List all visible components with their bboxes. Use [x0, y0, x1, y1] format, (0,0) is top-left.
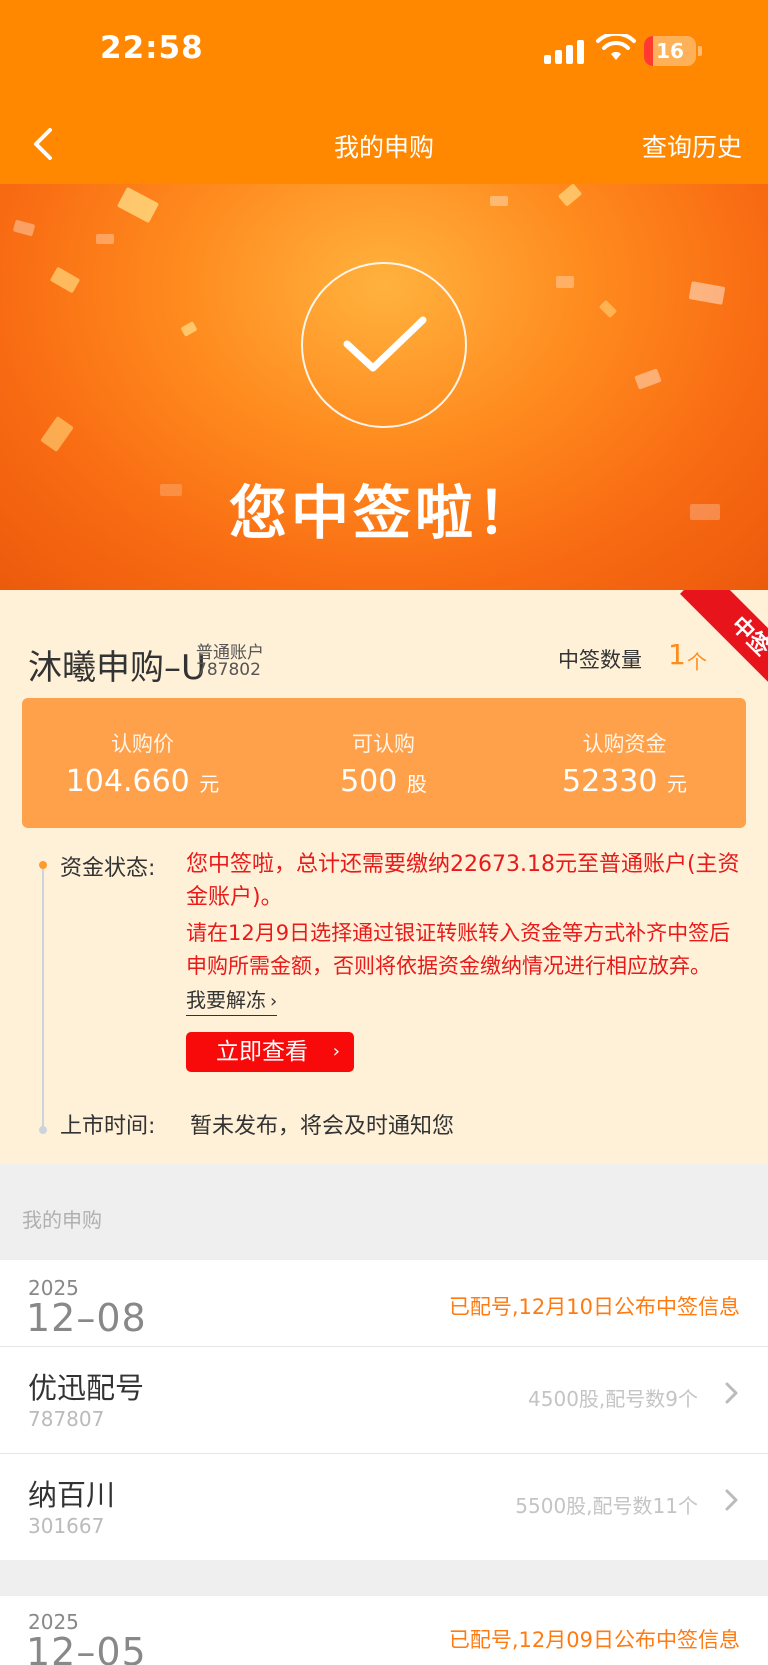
listing-time-text: 暂未发布，将会及时通知您 [190, 1114, 455, 1139]
unfreeze-link[interactable]: 我要解冻 › [186, 984, 278, 1016]
records-header: 我的申购 [22, 1208, 102, 1232]
signal-icon [544, 40, 586, 64]
chevron-right-icon [725, 1382, 738, 1404]
list-item[interactable]: 优迅配号 787807 4500股,配号数9个 [0, 1347, 768, 1453]
check-circle [301, 262, 467, 428]
fund-status-label: 资金状态: [60, 856, 156, 881]
record-code: 787807 [28, 1407, 105, 1431]
chevron-right-icon: › [270, 991, 278, 1012]
wifi-icon [596, 34, 636, 60]
success-banner: 您中签啦！ [0, 184, 768, 590]
stat-number: 500 [340, 764, 398, 799]
confetti [40, 415, 74, 453]
confetti [116, 186, 160, 224]
unfreeze-label: 我要解冻 [186, 988, 266, 1012]
checkmark-icon [343, 316, 427, 372]
stat-unit: 元 [199, 772, 220, 796]
record-code: 301667 [28, 1514, 105, 1538]
stat-shares: 可认购 500 股 [263, 698, 504, 799]
view-now-label: 立即查看 [216, 1039, 308, 1065]
stat-label: 认购资金 [582, 732, 667, 756]
timeline-dot-active [39, 861, 47, 869]
confetti [688, 281, 726, 305]
confetti [49, 266, 81, 294]
battery-level: 16 [656, 39, 684, 63]
chevron-right-icon [725, 1489, 738, 1511]
stat-unit: 元 [666, 772, 687, 796]
record-date: 12–08 [26, 1296, 147, 1340]
subscription-stats: 认购价 104.660 元 可认购 500 股 认购资金 52330 元 [22, 698, 746, 828]
fund-deadline-text: 请在12月9日选择通过银证转账转入资金等方式补齐中签后申购所需金额，否则将依据资… [186, 921, 731, 978]
allotment-detail: 中签 沐曦申购–U 普通账户 787802 中签数量 1 个 认购价 104.6… [0, 590, 768, 1164]
record-info: 4500股,配号数9个 [528, 1387, 698, 1411]
list-item[interactable]: 纳百川 301667 5500股,配号数11个 [0, 1454, 768, 1560]
record-name: 纳百川 [28, 1478, 116, 1512]
record-note: 已配号,12月10日公布中签信息 [448, 1295, 740, 1319]
status-time: 22:58 [100, 30, 204, 66]
stat-value: 52330 元 [562, 764, 687, 799]
stat-label: 认购价 [111, 732, 174, 756]
confetti [598, 299, 618, 319]
battery-tip [698, 46, 702, 56]
account-code: 787802 [196, 660, 261, 680]
nav-bar: 我的申购 查询历史 [0, 104, 768, 184]
record-date: 12–05 [26, 1630, 147, 1665]
status-bar: 22:58 16 [0, 0, 768, 104]
quantity-label: 中签数量 [558, 648, 642, 672]
stat-unit: 股 [406, 772, 427, 796]
confetti [634, 368, 662, 390]
timeline-line [42, 866, 44, 1130]
record-group: 2025 12–05 已配号,12月09日公布中签信息 [0, 1596, 768, 1665]
view-now-button[interactable]: 立即查看 › [186, 1032, 354, 1072]
query-history-link[interactable]: 查询历史 [642, 128, 742, 164]
banner-title: 您中签啦！ [228, 479, 539, 547]
stat-label: 可认购 [352, 732, 415, 756]
stat-price: 认购价 104.660 元 [22, 698, 263, 799]
stat-number: 52330 [562, 764, 658, 799]
confetti [490, 196, 508, 206]
stat-number: 104.660 [65, 764, 190, 799]
timeline-dot [39, 1126, 47, 1134]
stat-value: 500 股 [340, 764, 427, 799]
record-name: 优迅配号 [28, 1371, 145, 1405]
quantity-value: 1 [668, 638, 686, 671]
stat-value: 104.660 元 [66, 764, 220, 799]
confetti [556, 276, 574, 288]
record-info: 5500股,配号数11个 [515, 1494, 698, 1518]
record-note: 已配号,12月09日公布中签信息 [448, 1628, 740, 1652]
confetti [96, 234, 114, 244]
record-group: 2025 12–08 已配号,12月10日公布中签信息 优迅配号 787807 … [0, 1260, 768, 1560]
stat-funds: 认购资金 52330 元 [504, 698, 745, 799]
listing-time-label: 上市时间: [60, 1114, 156, 1139]
confetti [12, 219, 36, 237]
confetti [180, 321, 198, 337]
fund-status-text: 您中签啦，总计还需要缴纳22673.18元至普通账户(主资金账户)。 [186, 852, 740, 910]
confetti [557, 184, 583, 207]
chevron-right-icon: › [332, 1041, 340, 1062]
ribbon-label: 中签 [679, 590, 768, 690]
stock-name: 沐曦申购–U [28, 648, 206, 688]
battery-icon: 16 [644, 36, 696, 66]
quantity-unit: 个 [687, 650, 707, 674]
